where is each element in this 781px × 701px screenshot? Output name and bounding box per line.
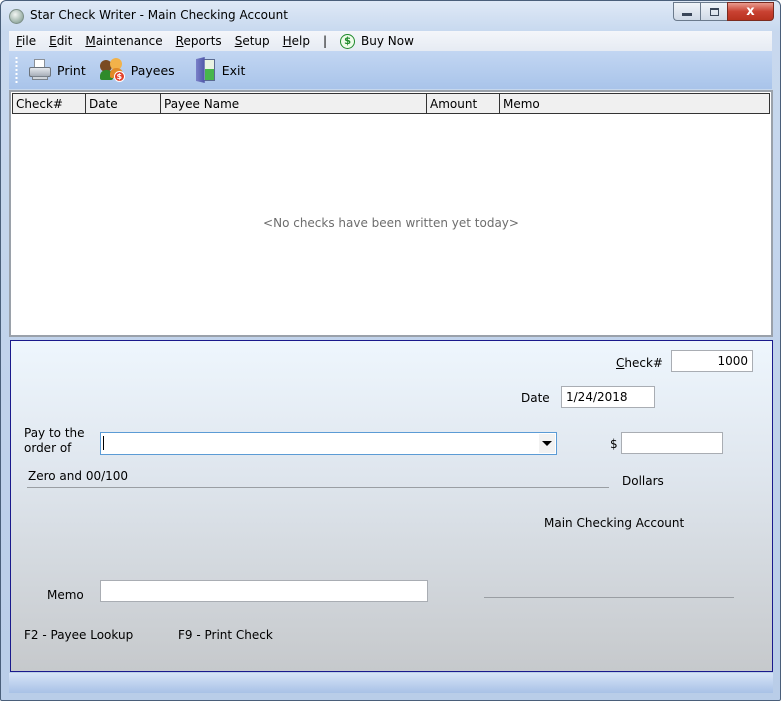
column-header-amount[interactable]: Amount — [427, 94, 500, 113]
chevron-down-icon — [542, 441, 552, 446]
memo-label: Memo — [47, 588, 84, 602]
menu-file[interactable]: File — [16, 34, 36, 48]
printer-icon — [28, 59, 52, 81]
menu-setup[interactable]: Setup — [235, 34, 270, 48]
toolbar: Print $ Payees Exit — [9, 51, 772, 89]
amount-field[interactable] — [621, 432, 723, 454]
text-cursor — [103, 436, 104, 450]
pay-to-label: Pay to the order of — [24, 426, 85, 456]
check-number-label-rest: heck# — [624, 356, 663, 370]
maximize-icon — [709, 7, 719, 16]
shortcut-payee-lookup: F2 - Payee Lookup — [24, 628, 134, 642]
amount-words-underline — [27, 487, 609, 488]
close-button[interactable]: x — [727, 2, 774, 21]
exit-door-icon — [195, 57, 217, 83]
status-bar — [9, 673, 773, 693]
column-header-check-number[interactable]: Check# — [13, 94, 86, 113]
menu-reports[interactable]: Reports — [176, 34, 222, 48]
payees-icon: $ — [99, 58, 126, 82]
buy-now-label: Buy Now — [361, 34, 414, 48]
print-label: Print — [57, 62, 86, 78]
close-icon: x — [746, 4, 755, 19]
shortcut-print-check: F9 - Print Check — [178, 628, 273, 642]
menu-bar: File Edit Maintenance Reports Setup Help… — [9, 31, 772, 51]
dollar-circle-icon: $ — [340, 33, 356, 49]
dollar-sign-label: $ — [610, 437, 618, 451]
menu-maintenance-accel: M — [85, 34, 96, 48]
menu-help-rest: elp — [291, 34, 310, 48]
menu-separator: | — [323, 34, 328, 48]
payee-combobox[interactable] — [100, 432, 557, 455]
payees-label: Payees — [130, 62, 175, 78]
toolbar-grip[interactable] — [15, 56, 18, 84]
checks-list-header: Check# Date Payee Name Amount Memo — [12, 93, 770, 114]
payees-button[interactable]: $ Payees — [98, 55, 177, 85]
pay-to-label-line1: Pay to the — [24, 426, 85, 440]
account-name: Main Checking Account — [544, 516, 685, 530]
minimize-icon — [682, 13, 692, 16]
dollars-label: Dollars — [622, 474, 664, 488]
app-icon[interactable] — [9, 9, 24, 24]
check-number-field[interactable]: 1000 — [671, 350, 753, 372]
print-button[interactable]: Print — [26, 55, 88, 85]
exit-button[interactable]: Exit — [193, 55, 248, 85]
menu-file-rest: ile — [22, 34, 37, 48]
menu-edit[interactable]: Edit — [49, 34, 72, 48]
app-window: Star Check Writer - Main Checking Accoun… — [0, 0, 781, 701]
coin-icon: $ — [113, 71, 125, 82]
amount-in-words: Zero and 00/100 — [28, 469, 129, 483]
maximize-button[interactable] — [700, 2, 727, 21]
window-title: Star Check Writer - Main Checking Accoun… — [30, 8, 288, 22]
menu-edit-rest: dit — [56, 34, 73, 48]
menu-maintenance-rest: aintenance — [95, 34, 163, 48]
menu-help[interactable]: Help — [283, 34, 310, 48]
column-header-memo[interactable]: Memo — [500, 94, 769, 113]
column-header-payee-name[interactable]: Payee Name — [161, 94, 427, 113]
menu-maintenance[interactable]: Maintenance — [85, 34, 162, 48]
date-label: Date — [521, 391, 550, 405]
payee-dropdown-button[interactable] — [539, 434, 555, 453]
check-number-label: Check# — [616, 356, 663, 370]
menu-help-accel: H — [282, 34, 292, 48]
checks-list[interactable]: Check# Date Payee Name Amount Memo <No c… — [9, 90, 773, 337]
memo-field[interactable] — [100, 580, 428, 602]
check-form: Check# 1000 Date 1/24/2018 Pay to the or… — [10, 340, 773, 672]
menu-edit-accel: E — [49, 34, 57, 48]
signature-line — [484, 597, 734, 598]
window-controls: x — [673, 2, 774, 22]
pay-to-label-line2: order of — [24, 441, 72, 455]
title-bar: Star Check Writer - Main Checking Accoun… — [1, 1, 780, 31]
menu-buy-now[interactable]: $ Buy Now — [340, 33, 414, 49]
date-field[interactable]: 1/24/2018 — [561, 386, 655, 408]
minimize-button[interactable] — [673, 2, 700, 21]
exit-label: Exit — [221, 62, 246, 78]
empty-list-message: <No checks have been written yet today> — [263, 216, 519, 230]
menu-setup-rest: etup — [242, 34, 270, 48]
menu-reports-rest: eports — [183, 34, 222, 48]
column-header-date[interactable]: Date — [86, 94, 161, 113]
